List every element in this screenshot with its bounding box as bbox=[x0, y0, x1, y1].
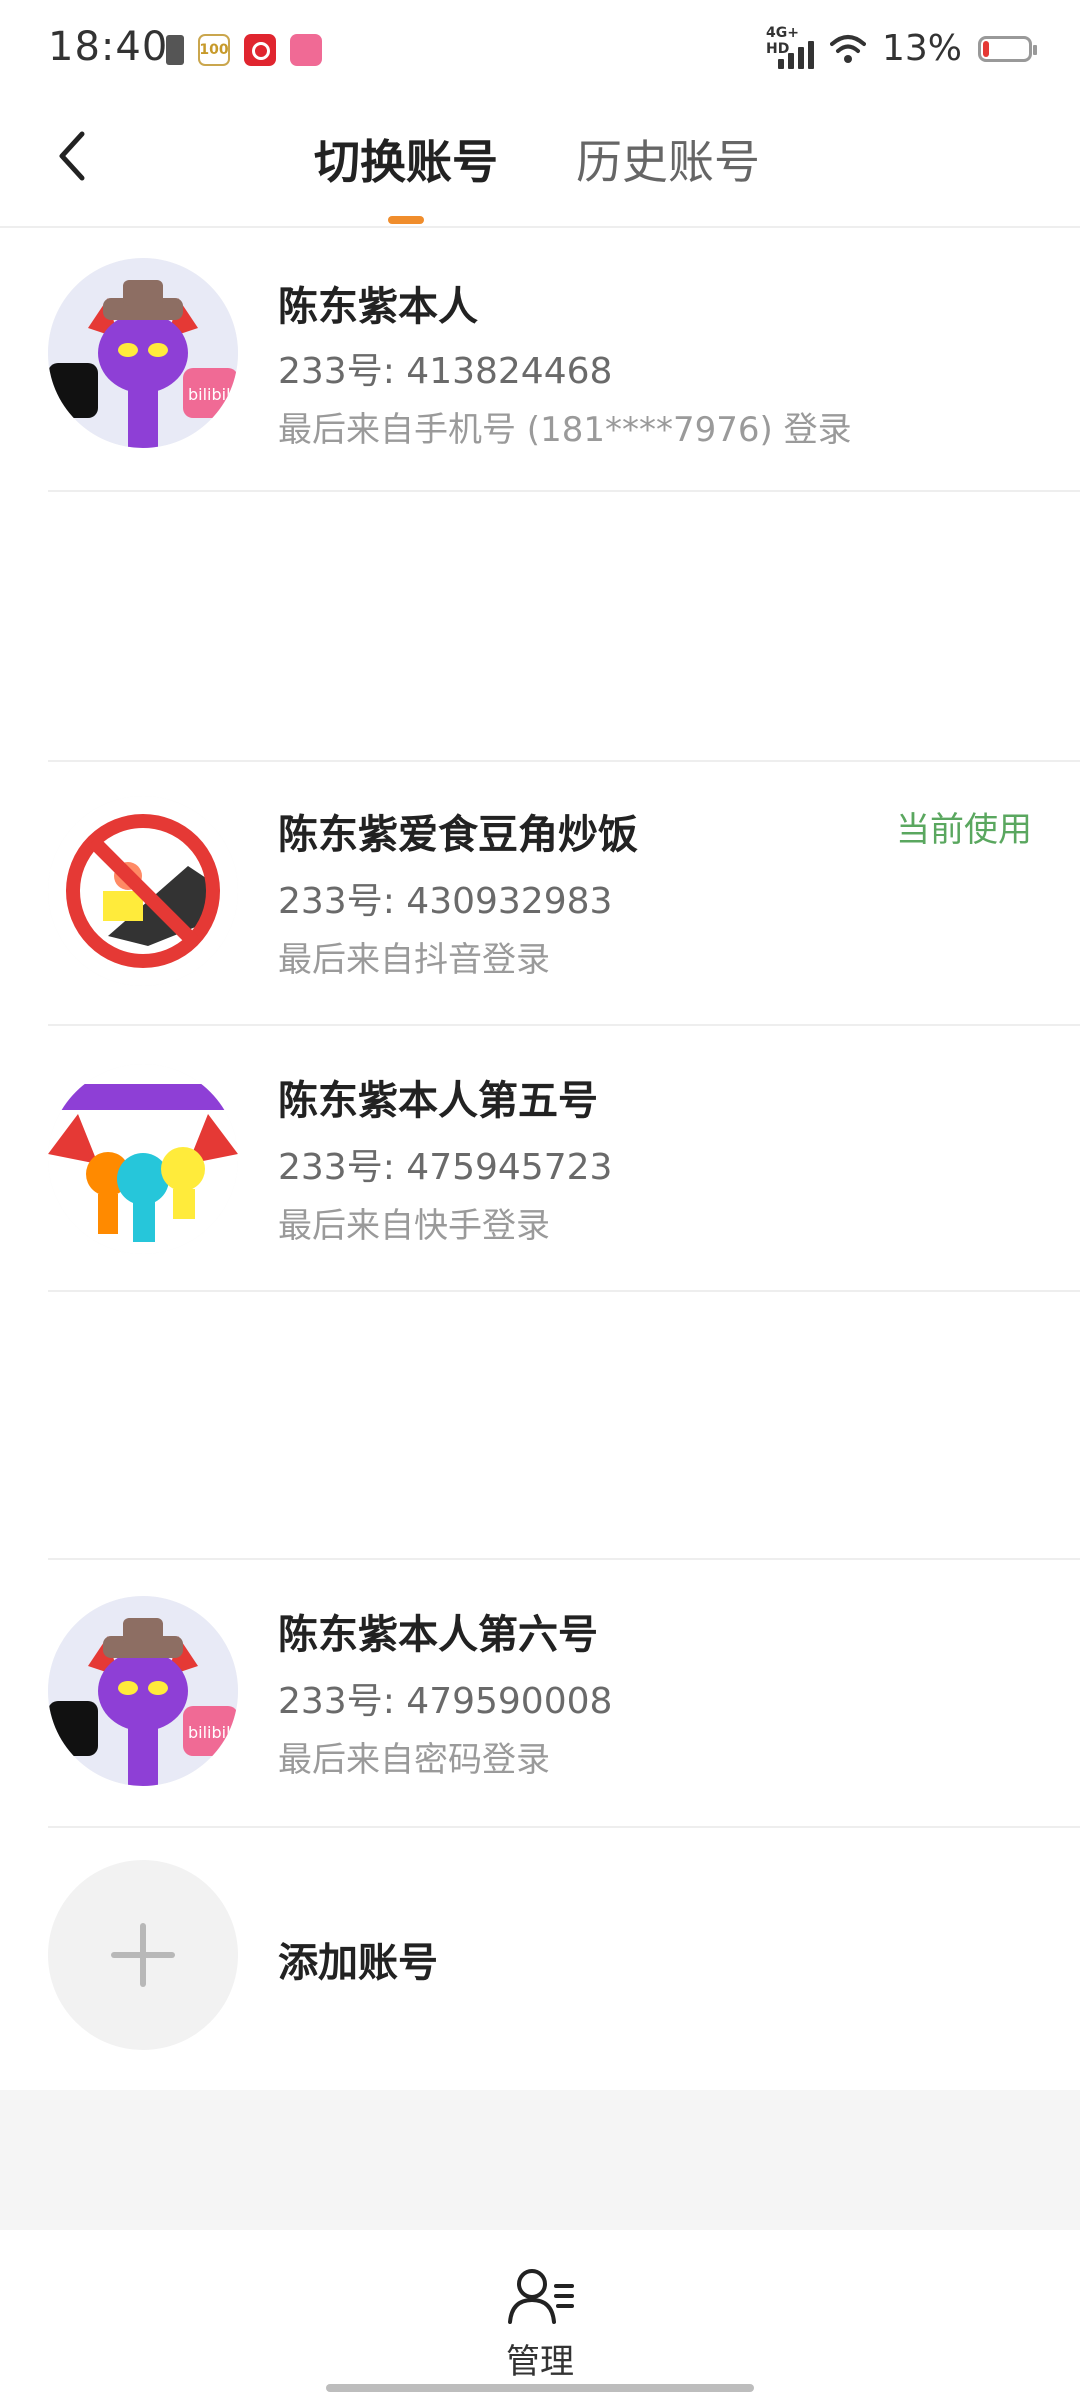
battery-icon bbox=[978, 35, 1037, 62]
header: 切换账号 历史账号 bbox=[0, 100, 1080, 228]
avatar: bilibili bbox=[48, 258, 238, 448]
avatar bbox=[48, 796, 238, 986]
account-name: 陈东紫本人第五号 bbox=[278, 1078, 598, 1124]
tab-history-account[interactable]: 历史账号 bbox=[576, 126, 760, 192]
status-right: 4G+ HD 13% bbox=[766, 25, 1037, 69]
account-last-login: 最后来自快手登录 bbox=[278, 1206, 550, 1246]
tab-switch-account[interactable]: 切换账号 bbox=[314, 126, 498, 192]
plus-icon bbox=[111, 1923, 175, 1987]
account-item[interactable]: bilibili 陈东紫本人 233号: 413824468 最后来自手机号 (… bbox=[0, 230, 1080, 492]
manage-button[interactable]: 管理 bbox=[470, 2266, 610, 2382]
header-divider bbox=[0, 226, 1080, 228]
battery-percent: 13% bbox=[881, 28, 962, 69]
netease-music-icon bbox=[244, 34, 276, 66]
empty-space bbox=[0, 492, 1080, 760]
manage-label: 管理 bbox=[506, 2342, 574, 2382]
account-id: 233号: 430932983 bbox=[278, 881, 613, 922]
account-last-login: 最后来自抖音登录 bbox=[278, 940, 550, 980]
account-name: 陈东紫爱食豆角炒饭 bbox=[278, 812, 638, 858]
home-indicator[interactable] bbox=[326, 2384, 754, 2392]
account-id: 233号: 413824468 bbox=[278, 351, 613, 392]
account-item[interactable]: 陈东紫本人第五号 233号: 475945723 最后来自快手登录 bbox=[0, 1026, 1080, 1292]
avatar bbox=[48, 1064, 238, 1254]
empty-space bbox=[0, 1292, 1080, 1558]
account-last-login: 最后来自密码登录 bbox=[278, 1740, 550, 1780]
account-item[interactable]: 陈东紫爱食豆角炒饭 当前使用 233号: 430932983 最后来自抖音登录 bbox=[0, 762, 1080, 1026]
add-account-button[interactable]: 添加账号 bbox=[0, 1830, 1080, 2090]
battery-level bbox=[983, 40, 989, 57]
status-app-icons: 100 bbox=[166, 34, 322, 66]
add-account-label: 添加账号 bbox=[278, 1940, 438, 1986]
row-divider bbox=[48, 1826, 1080, 1828]
cellular-signal-icon: 4G+ HD bbox=[766, 25, 814, 69]
wifi-icon bbox=[829, 34, 866, 63]
avatar-logo-text: bilibili bbox=[188, 1723, 235, 1742]
account-name: 陈东紫本人第六号 bbox=[278, 1612, 598, 1658]
manage-user-icon bbox=[508, 2269, 574, 2324]
section-gap bbox=[0, 2090, 1080, 2230]
add-account-circle bbox=[48, 1860, 238, 2050]
bilibili-icon bbox=[290, 34, 322, 66]
avatar-logo-text: bilibili bbox=[188, 385, 235, 404]
bottom-bar: 管理 bbox=[0, 2230, 1080, 2400]
avatar: bilibili bbox=[48, 1596, 238, 1786]
account-id: 233号: 475945723 bbox=[278, 1147, 613, 1188]
sim-icon bbox=[166, 35, 184, 65]
account-id: 233号: 479590008 bbox=[278, 1681, 613, 1722]
back-arrow-icon[interactable] bbox=[48, 126, 108, 186]
status-time: 18:40 bbox=[48, 24, 169, 70]
active-tab-indicator bbox=[388, 216, 424, 224]
app-100-icon: 100 bbox=[198, 34, 230, 66]
account-item[interactable]: bilibili 陈东紫本人第六号 233号: 479590008 最后来自密码… bbox=[0, 1560, 1080, 1828]
current-account-badge: 当前使用 bbox=[896, 810, 1032, 850]
status-bar: 18:40 100 4G+ HD 13% bbox=[0, 0, 1080, 100]
account-last-login: 最后来自手机号 (181****7976) 登录 bbox=[278, 410, 852, 450]
account-name: 陈东紫本人 bbox=[278, 284, 478, 330]
